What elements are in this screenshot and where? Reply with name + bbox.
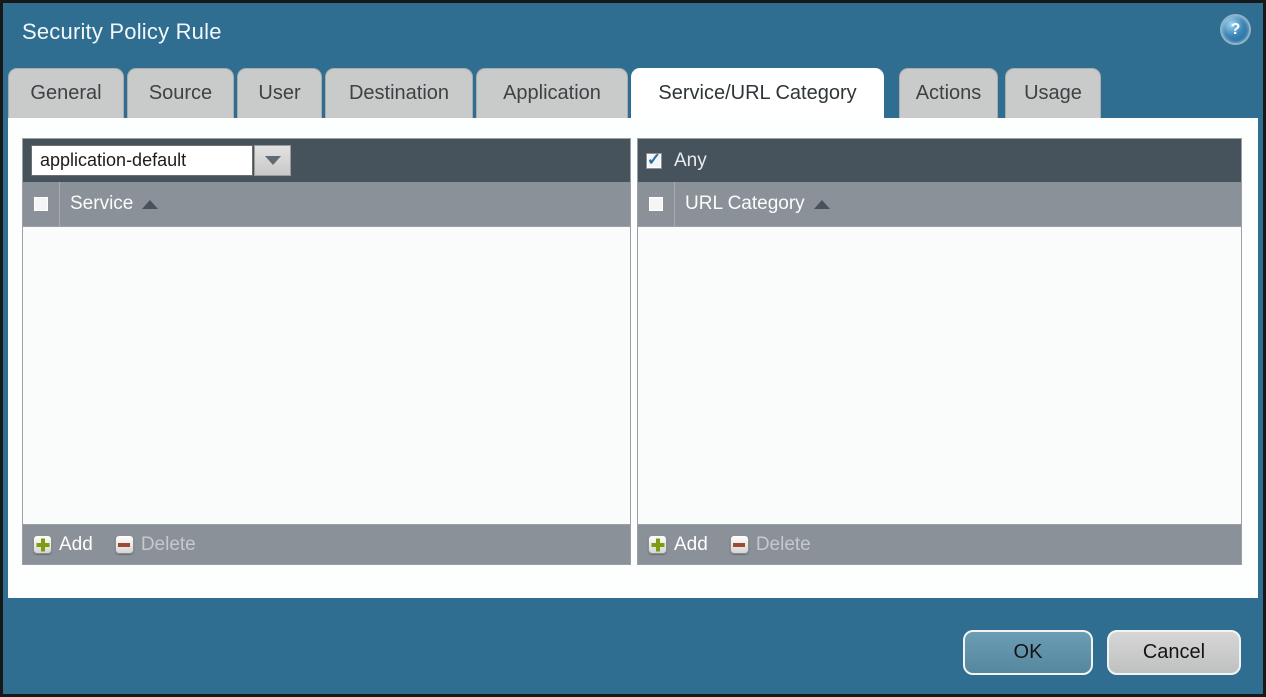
service-column-header: Service (23, 182, 630, 227)
any-row: ✓ Any (646, 150, 707, 172)
add-url-category-button[interactable]: Add (648, 534, 708, 556)
plus-icon (648, 535, 667, 554)
question-mark-glyph: ? (1231, 21, 1241, 39)
service-list[interactable] (23, 227, 630, 524)
delete-url-category-button[interactable]: Delete (730, 534, 811, 556)
url-category-list[interactable] (638, 227, 1241, 524)
dialog-title: Security Policy Rule (22, 19, 222, 45)
plus-icon (33, 535, 52, 554)
any-label: Any (674, 150, 707, 172)
tab-content-area: Service Add Delete ✓ (8, 118, 1258, 598)
ok-button[interactable]: OK (963, 630, 1093, 675)
service-panel-header (23, 139, 630, 182)
chevron-down-icon (265, 156, 281, 165)
url-panel-footer: Add Delete (638, 524, 1241, 564)
url-category-column-header: URL Category (638, 182, 1241, 227)
service-type-dropdown[interactable] (31, 145, 253, 176)
service-type-combo (31, 145, 291, 176)
sort-ascending-icon (814, 200, 830, 209)
service-panel: Service Add Delete (22, 138, 631, 565)
minus-icon (730, 535, 749, 554)
checkmark-icon: ✓ (647, 151, 661, 168)
any-checkbox[interactable]: ✓ (646, 153, 662, 169)
security-policy-rule-dialog: Security Policy Rule ? General Source Us… (0, 0, 1266, 697)
dropdown-arrow-button[interactable] (254, 145, 291, 176)
add-service-button[interactable]: Add (33, 534, 93, 556)
tab-general[interactable]: General (8, 68, 124, 118)
minus-icon (115, 535, 134, 554)
select-all-url-categories-checkbox[interactable] (648, 196, 664, 212)
tab-actions[interactable]: Actions (899, 68, 998, 118)
tab-usage[interactable]: Usage (1005, 68, 1101, 118)
tab-source[interactable]: Source (127, 68, 234, 118)
tab-bar: General Source User Destination Applicat… (8, 68, 1104, 118)
tab-application[interactable]: Application (476, 68, 628, 118)
sort-ascending-icon (142, 200, 158, 209)
service-panel-footer: Add Delete (23, 524, 630, 564)
tab-service-url-category[interactable]: Service/URL Category (631, 68, 884, 118)
service-column-label[interactable]: Service (70, 193, 133, 215)
url-category-column-label[interactable]: URL Category (685, 193, 805, 215)
help-icon[interactable]: ? (1222, 16, 1249, 43)
select-all-cell (23, 182, 60, 226)
select-all-services-checkbox[interactable] (33, 196, 49, 212)
cancel-button[interactable]: Cancel (1107, 630, 1241, 675)
select-all-cell (638, 182, 675, 226)
tab-destination[interactable]: Destination (325, 68, 473, 118)
url-category-panel: ✓ Any URL Category Add (637, 138, 1242, 565)
url-panel-header: ✓ Any (638, 139, 1241, 182)
tab-user[interactable]: User (237, 68, 322, 118)
delete-service-button[interactable]: Delete (115, 534, 196, 556)
